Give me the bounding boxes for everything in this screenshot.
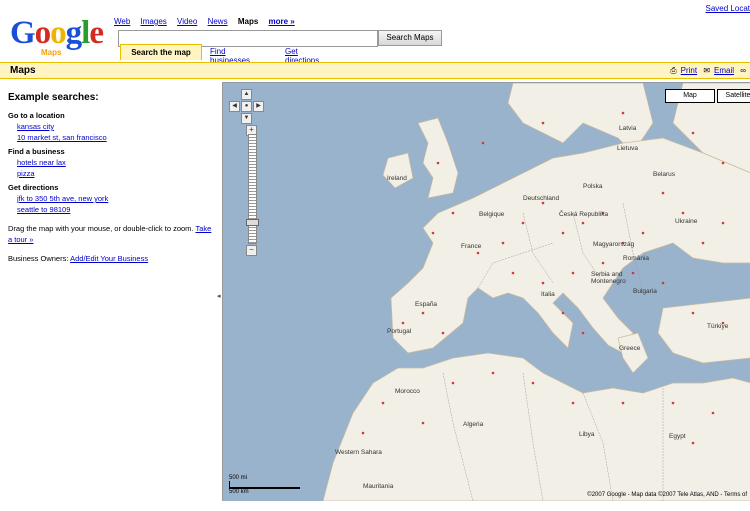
print-icon[interactable]: ⎙ [670, 66, 676, 75]
nav-video[interactable]: Video [177, 17, 197, 26]
page-title: Maps [10, 65, 36, 76]
map-label: Latvia [619, 125, 637, 132]
map-type-satellite-button[interactable]: Satellite [717, 89, 750, 103]
map-label: Magyarország [593, 241, 635, 248]
owners-label: Business Owners: [8, 254, 69, 263]
email-link[interactable]: Email [714, 66, 734, 75]
logo-sub: Maps [41, 48, 62, 57]
pan-down-icon[interactable]: ▼ [241, 113, 252, 124]
map-label: Greece [619, 345, 641, 352]
collapse-sidebar-icon[interactable]: ◂ [217, 292, 221, 300]
map-label: Serbia and Montenegro [591, 271, 626, 285]
map-label: Ireland [387, 175, 407, 182]
map-label: España [415, 301, 438, 308]
map-label: Algeria [463, 421, 484, 428]
example-link[interactable]: seattle to 98109 [17, 204, 213, 215]
nav-news[interactable]: News [208, 17, 228, 26]
title-tools: ⎙ Print ✉ Email ∞ [666, 66, 746, 76]
section-title: Find a business [8, 147, 65, 156]
map-scale: 500 mi 500 km [229, 475, 300, 495]
map-label: Türkiye [707, 323, 729, 330]
tab-search-the-map[interactable]: Search the map [120, 44, 202, 60]
map-label: Česká Republika [559, 211, 609, 218]
map-type-map-button[interactable]: Map [665, 89, 715, 103]
sidebar: Example searches: Go to a location kansa… [8, 92, 213, 264]
scale-bar [229, 481, 300, 489]
pan-left-icon[interactable]: ◀ [229, 101, 240, 112]
print-link[interactable]: Print [681, 66, 697, 75]
business-owners: Business Owners: Add/Edit Your Business [8, 253, 213, 264]
nav-maps: Maps [237, 17, 259, 26]
map-label: Egypt [669, 433, 686, 440]
zoom-slider-handle[interactable] [246, 219, 259, 226]
section-title: Go to a location [8, 111, 65, 120]
example-link[interactable]: jfk to 350 5th ave, new york [17, 193, 213, 204]
nav-images[interactable]: Images [141, 17, 167, 26]
map-label: Portugal [387, 328, 412, 335]
add-edit-business-link[interactable]: Add/Edit Your Business [70, 254, 148, 263]
map-label: Libya [579, 431, 595, 438]
map-label: România [623, 255, 650, 262]
top-nav: Web Images Video News Maps more » [114, 17, 303, 26]
email-icon[interactable]: ✉ [703, 66, 710, 75]
title-bar: Maps ⎙ Print ✉ Email ∞ [0, 62, 750, 79]
map-label: France [461, 243, 482, 250]
saved-locations-link[interactable]: Saved Locat [706, 4, 750, 13]
pan-right-icon[interactable]: ▶ [253, 101, 264, 112]
nav-more[interactable]: more » [269, 17, 295, 26]
zoom-out-icon[interactable]: − [246, 245, 257, 256]
google-maps-logo[interactable]: Google Maps [10, 16, 110, 60]
map-label: Deutschland [523, 195, 560, 202]
map-label: Polska [583, 183, 603, 190]
logo-text: Google [10, 15, 104, 51]
map-label: Mauritania [363, 483, 394, 490]
scale-km: 500 km [229, 489, 249, 495]
link-icon[interactable]: ∞ [740, 66, 746, 75]
pan-center-icon[interactable]: ● [241, 101, 252, 112]
example-link[interactable]: 10 market st, san francisco [17, 132, 213, 143]
section-title: Get directions [8, 183, 59, 192]
example-link[interactable]: pizza [17, 168, 213, 179]
search-maps-button[interactable]: Search Maps [378, 30, 442, 46]
pan-up-icon[interactable]: ▲ [241, 89, 252, 100]
example-link[interactable]: hotels near lax [17, 157, 213, 168]
example-searches-heading: Example searches: [8, 92, 99, 103]
map-label: Belgique [479, 211, 505, 218]
map-label: Lietuva [617, 145, 638, 152]
map-label: Bulgaria [633, 288, 657, 295]
nav-web[interactable]: Web [114, 17, 130, 26]
map-label: Italia [541, 291, 555, 298]
map-copyright: ©2007 Google - Map data ©2007 Tele Atlas… [587, 492, 747, 498]
example-link[interactable]: kansas city [17, 121, 213, 132]
map-label: Belarus [653, 171, 676, 178]
map-label: Morocco [395, 388, 420, 395]
map-label: Ukraine [675, 218, 698, 225]
drag-text: Drag the map with your mouse, or double-… [8, 224, 194, 233]
map-label: Western Sahara [335, 449, 382, 456]
drag-instructions: Drag the map with your mouse, or double-… [8, 223, 213, 245]
map-canvas[interactable]: Deutschland France España Italia Morocco… [222, 82, 750, 501]
zoom-slider[interactable] [248, 134, 257, 244]
